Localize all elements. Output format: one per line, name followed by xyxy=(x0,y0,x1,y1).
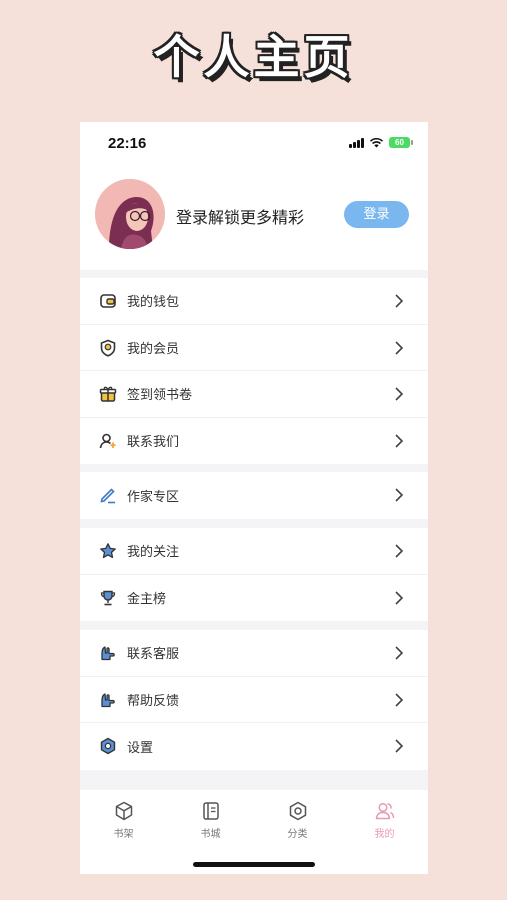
bookshelf-icon xyxy=(115,801,132,821)
menu-item-wallet[interactable]: 我的钱包 xyxy=(80,278,428,325)
menu-item-customer-service[interactable]: 联系客服 xyxy=(80,630,428,677)
signal-icon xyxy=(349,137,364,148)
login-button[interactable]: 登录 xyxy=(344,201,409,228)
pen-icon xyxy=(100,488,115,504)
service-icon xyxy=(101,646,115,661)
menu-item-label: 联系客服 xyxy=(127,647,180,663)
menu-item-sponsor-ranking[interactable]: 金主榜 xyxy=(80,575,428,622)
tab-category[interactable]: 分类 xyxy=(254,800,341,840)
gift-icon xyxy=(99,386,117,402)
tab-bookshelf[interactable]: 书架 xyxy=(80,800,167,840)
chevron-right-icon xyxy=(395,387,404,401)
chevron-right-icon xyxy=(395,340,404,355)
status-icons: 60 xyxy=(349,137,413,148)
chevron-right-icon xyxy=(395,590,404,605)
menu-item-following[interactable]: 我的关注 xyxy=(80,528,428,575)
menu-item-label: 帮助反馈 xyxy=(127,693,180,709)
menu-item-label: 我的钱包 xyxy=(127,295,180,311)
battery-icon: 60 xyxy=(389,137,413,148)
menu-item-label: 联系我们 xyxy=(127,435,180,451)
status-time: 22:16 xyxy=(108,135,147,152)
wifi-icon xyxy=(369,137,384,148)
menu-group-writer: 作家专区 xyxy=(80,472,428,519)
trophy-icon xyxy=(100,590,116,605)
chevron-right-icon xyxy=(395,646,404,660)
menu-group-support: 联系客服 帮助反馈 设置 xyxy=(80,630,428,770)
menu-item-label: 作家专区 xyxy=(127,489,180,505)
chevron-right-icon xyxy=(395,294,404,308)
bottom-tab-bar: 书架 书城 分类 我的 xyxy=(80,790,428,874)
avatar[interactable] xyxy=(95,179,165,249)
menu-item-label: 签到领书卷 xyxy=(127,388,193,404)
member-badge-icon xyxy=(100,339,116,357)
page-banner-title: 个人主页 xyxy=(153,30,354,84)
profile-icon xyxy=(375,802,394,820)
feedback-icon xyxy=(101,692,115,707)
chevron-right-icon xyxy=(395,739,404,753)
login-prompt-text: 登录解锁更多精彩 xyxy=(176,208,305,227)
bookstore-icon xyxy=(202,802,219,820)
contact-person-icon xyxy=(99,433,116,448)
category-icon xyxy=(289,801,306,821)
chevron-right-icon xyxy=(395,692,404,707)
menu-item-membership[interactable]: 我的会员 xyxy=(80,325,428,371)
menu-item-contact-us[interactable]: 联系我们 xyxy=(80,418,428,465)
menu-item-writer-zone[interactable]: 作家专区 xyxy=(80,472,428,519)
profile-header: 登录解锁更多精彩 登录 xyxy=(80,166,428,270)
menu-item-checkin[interactable]: 签到领书卷 xyxy=(80,371,428,418)
tab-label: 我的 xyxy=(374,829,395,840)
menu-item-label: 我的会员 xyxy=(127,341,180,357)
menu-item-settings[interactable]: 设置 xyxy=(80,723,428,770)
menu-group-social: 我的关注 金主榜 xyxy=(80,528,428,621)
tab-label: 分类 xyxy=(287,829,308,840)
menu-group-account: 我的钱包 我的会员 签到领书卷 联系我们 xyxy=(80,278,428,464)
chevron-right-icon xyxy=(395,433,404,448)
menu-item-help-feedback[interactable]: 帮助反馈 xyxy=(80,677,428,723)
status-bar: 22:16 60 xyxy=(80,122,428,166)
tab-label: 书架 xyxy=(113,829,134,840)
chevron-right-icon xyxy=(395,488,404,502)
menu-item-label: 设置 xyxy=(127,740,154,756)
star-icon xyxy=(100,543,116,559)
phone-screen: 22:16 60 登录解锁更多精彩 登录 我的钱包 我的会员 签到领书卷 联系我… xyxy=(80,122,428,874)
tab-profile[interactable]: 我的 xyxy=(341,800,428,840)
settings-icon xyxy=(100,737,116,755)
tab-label: 书城 xyxy=(200,829,221,840)
chevron-right-icon xyxy=(395,544,404,558)
home-indicator xyxy=(193,862,315,867)
tab-bookstore[interactable]: 书城 xyxy=(167,800,254,840)
wallet-icon xyxy=(100,294,116,308)
menu-item-label: 金主榜 xyxy=(127,592,167,608)
menu-item-label: 我的关注 xyxy=(127,545,180,561)
